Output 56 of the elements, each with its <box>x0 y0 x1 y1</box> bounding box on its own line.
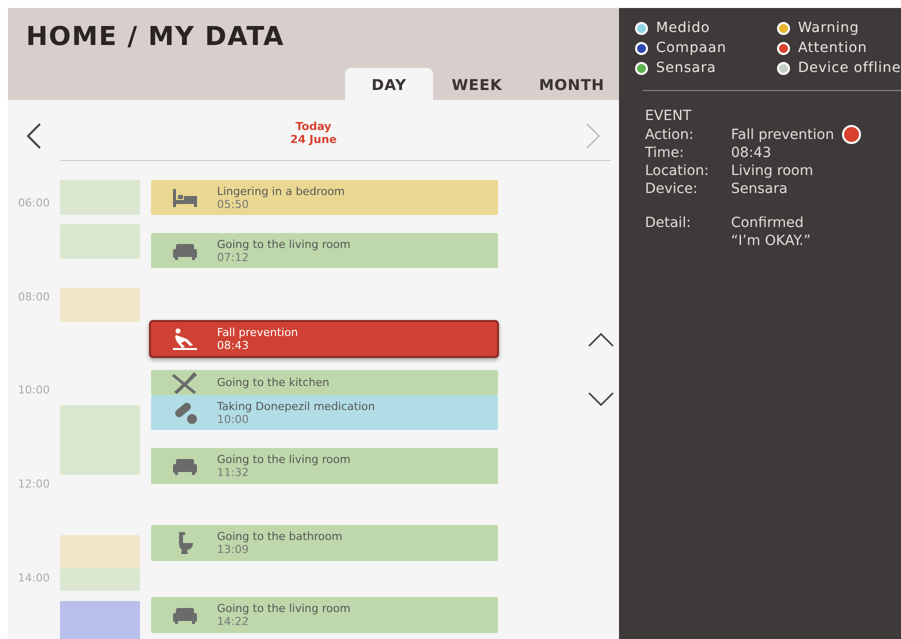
detail-heading: EVENT <box>644 107 692 125</box>
legend-label: Medido <box>656 20 710 36</box>
detail-value: 08:43 <box>730 144 772 162</box>
event-title: Going to the kitchen <box>217 376 330 389</box>
hour-label: 14:00 <box>18 572 50 584</box>
hour-label: 10:00 <box>18 384 50 396</box>
date-label: Today <box>296 120 332 133</box>
tab[interactable]: DAY <box>344 68 433 100</box>
legend-label: Compaan <box>656 40 726 56</box>
detail-label: Time: <box>644 144 685 162</box>
legend-label: Warning <box>798 20 860 36</box>
date-value: 24 June <box>290 133 337 146</box>
event-title: Taking Donepezil medication <box>217 400 375 412</box>
event-card[interactable]: Going to the bathroom 13:09 <box>151 525 498 561</box>
detail-value: “I’m OKAY.” <box>730 232 811 250</box>
event-card[interactable]: Going to the kitchen <box>151 370 498 395</box>
detail-value: Confirmed <box>730 214 805 232</box>
event-time: 08:43 <box>217 339 250 352</box>
tab[interactable]: WEEK <box>432 68 521 100</box>
hour-label: 12:00 <box>18 478 50 490</box>
legend-label: Device offline <box>798 60 901 76</box>
event-card[interactable]: Fall prevention 08:43 <box>149 320 499 358</box>
legend-label: Attention <box>798 40 868 56</box>
previous-icon[interactable] <box>26 122 42 150</box>
event-time: 13:09 <box>217 543 250 556</box>
event-title: Going to the living room <box>217 238 350 250</box>
legend-label: Sensara <box>656 60 716 76</box>
event-title: Fall prevention <box>217 326 298 339</box>
detail-label: Detail: <box>644 214 692 232</box>
hour-label: 08:00 <box>18 290 50 304</box>
event-title: Going to the living room <box>217 453 350 466</box>
event-card[interactable]: Going to the living room 11:32 <box>151 448 498 484</box>
scroll-down-icon[interactable] <box>588 392 614 406</box>
event-card[interactable]: Lingering in a bedroom 05:50 <box>151 180 498 215</box>
page-title: HOME / MY DATA <box>25 21 286 52</box>
event-time: 05:50 <box>217 198 250 210</box>
event-time: 07:12 <box>217 250 250 264</box>
detail-value: Fall prevention <box>730 126 834 144</box>
scroll-up-icon[interactable] <box>588 333 614 347</box>
event-card[interactable]: Taking Donepezil medication 10:00 <box>151 395 498 430</box>
event-time: 10:00 <box>217 412 250 426</box>
detail-value: Sensara <box>730 180 788 198</box>
hour-label: 06:00 <box>18 196 50 210</box>
tab[interactable]: MONTH <box>520 68 609 100</box>
event-time: 11:32 <box>217 466 250 479</box>
event-card[interactable]: Going to the living room 07:12 <box>151 233 498 268</box>
detail-value: Living room <box>730 162 814 180</box>
event-time: 14:22 <box>217 615 250 628</box>
falling-person-icon <box>171 327 199 351</box>
event-title: Lingering in a bedroom <box>217 184 345 198</box>
event-title: Going to the living room <box>217 602 350 615</box>
event-title: Going to the bathroom <box>217 530 342 543</box>
detail-label: Action: <box>644 126 695 144</box>
detail-label: Device: <box>644 180 699 198</box>
detail-label: Location: <box>644 162 710 180</box>
event-card[interactable]: Going to the living room 14:22 <box>151 597 498 633</box>
